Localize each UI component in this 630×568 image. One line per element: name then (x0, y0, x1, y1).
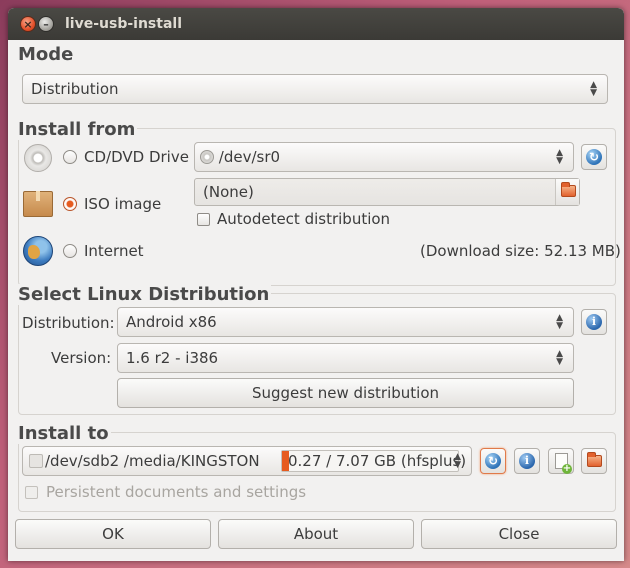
new-file-button[interactable] (548, 448, 574, 474)
refresh-icon: ↻ (586, 149, 602, 165)
distribution-label: Distribution: (22, 314, 115, 332)
autodetect-label: Autodetect distribution (217, 210, 391, 228)
install-to-section-title: Install to (18, 423, 111, 444)
iso-path-field[interactable]: (None) (194, 178, 580, 206)
version-label: Version: (51, 349, 112, 367)
cd-icon (24, 144, 52, 172)
about-button[interactable]: About (218, 519, 414, 549)
mode-select[interactable]: Distribution ▲ ▼ (22, 74, 608, 104)
internet-radio-label: Internet (84, 242, 144, 260)
chevron-updown-icon: ▲ ▼ (556, 148, 563, 166)
refresh-cd-button[interactable]: ↻ (581, 144, 607, 170)
suggest-distribution-button[interactable]: Suggest new distribution (117, 378, 574, 408)
chevron-updown-icon: ▲ ▼ (556, 313, 563, 331)
cd-radio-label: CD/DVD Drive (84, 148, 189, 166)
window-title: live-usb-install (65, 16, 182, 32)
persistent-checkbox[interactable] (25, 486, 38, 499)
title-bar: × – live-usb-install (8, 8, 624, 40)
target-device-value: /dev/sdb2 /media/KINGSTON (45, 452, 260, 470)
folder-icon (561, 182, 576, 197)
cd-radio[interactable] (63, 150, 77, 164)
info-icon: i (586, 314, 602, 330)
cd-small-icon (200, 150, 214, 164)
refresh-devices-button[interactable]: ↻ (480, 448, 506, 474)
ok-button[interactable]: OK (15, 519, 211, 549)
cd-device-select[interactable]: /dev/sr0 ▲ ▼ (194, 142, 574, 172)
install-from-section-title: Install from (18, 119, 138, 140)
mode-section-title: Mode (18, 44, 76, 65)
iso-radio[interactable] (63, 197, 77, 211)
close-icon[interactable]: × (20, 16, 36, 32)
refresh-icon: ↻ (485, 453, 501, 469)
distribution-value: Android x86 (126, 313, 217, 331)
chevron-updown-icon: ▲ ▼ (590, 80, 597, 98)
distribution-info-button[interactable]: i (581, 309, 607, 335)
distribution-select[interactable]: Android x86 ▲ ▼ (117, 307, 574, 337)
capacity-text: 0.27 / 7.07 GB (hfsplus) (288, 452, 467, 470)
browse-iso-button[interactable] (555, 179, 579, 205)
iso-radio-label: ISO image (84, 195, 162, 213)
distribution-section-title: Select Linux Distribution (18, 284, 272, 305)
autodetect-checkbox[interactable] (197, 213, 210, 226)
new-file-icon (555, 453, 572, 474)
info-icon: i (519, 453, 535, 469)
version-select[interactable]: 1.6 r2 - i386 ▲ ▼ (117, 343, 574, 373)
open-folder-button[interactable] (581, 448, 607, 474)
chevron-updown-icon: ▲ ▼ (556, 349, 563, 367)
iso-path-value: (None) (203, 183, 254, 201)
globe-icon (23, 236, 53, 266)
close-button[interactable]: Close (421, 519, 617, 549)
app-window: × – live-usb-install Mode Distribution ▲… (8, 8, 624, 561)
download-size-text: (Download size: 52.13 MB) (420, 242, 621, 260)
folder-icon (587, 452, 602, 467)
persistent-label: Persistent documents and settings (46, 483, 307, 501)
drive-icon (29, 454, 43, 468)
version-value: 1.6 r2 - i386 (126, 349, 219, 367)
mode-select-value: Distribution (31, 80, 119, 98)
internet-radio[interactable] (63, 244, 77, 258)
capacity-bar: 0.27 / 7.07 GB (hfsplus) (281, 450, 466, 472)
device-info-button[interactable]: i (514, 448, 540, 474)
package-icon (23, 191, 53, 217)
target-device-select[interactable]: /dev/sdb2 /media/KINGSTON 0.27 / 7.07 GB… (22, 446, 472, 476)
minimize-icon[interactable]: – (38, 16, 54, 32)
cd-device-value: /dev/sr0 (218, 148, 281, 166)
chevron-updown-icon: ▲ ▼ (454, 452, 461, 470)
